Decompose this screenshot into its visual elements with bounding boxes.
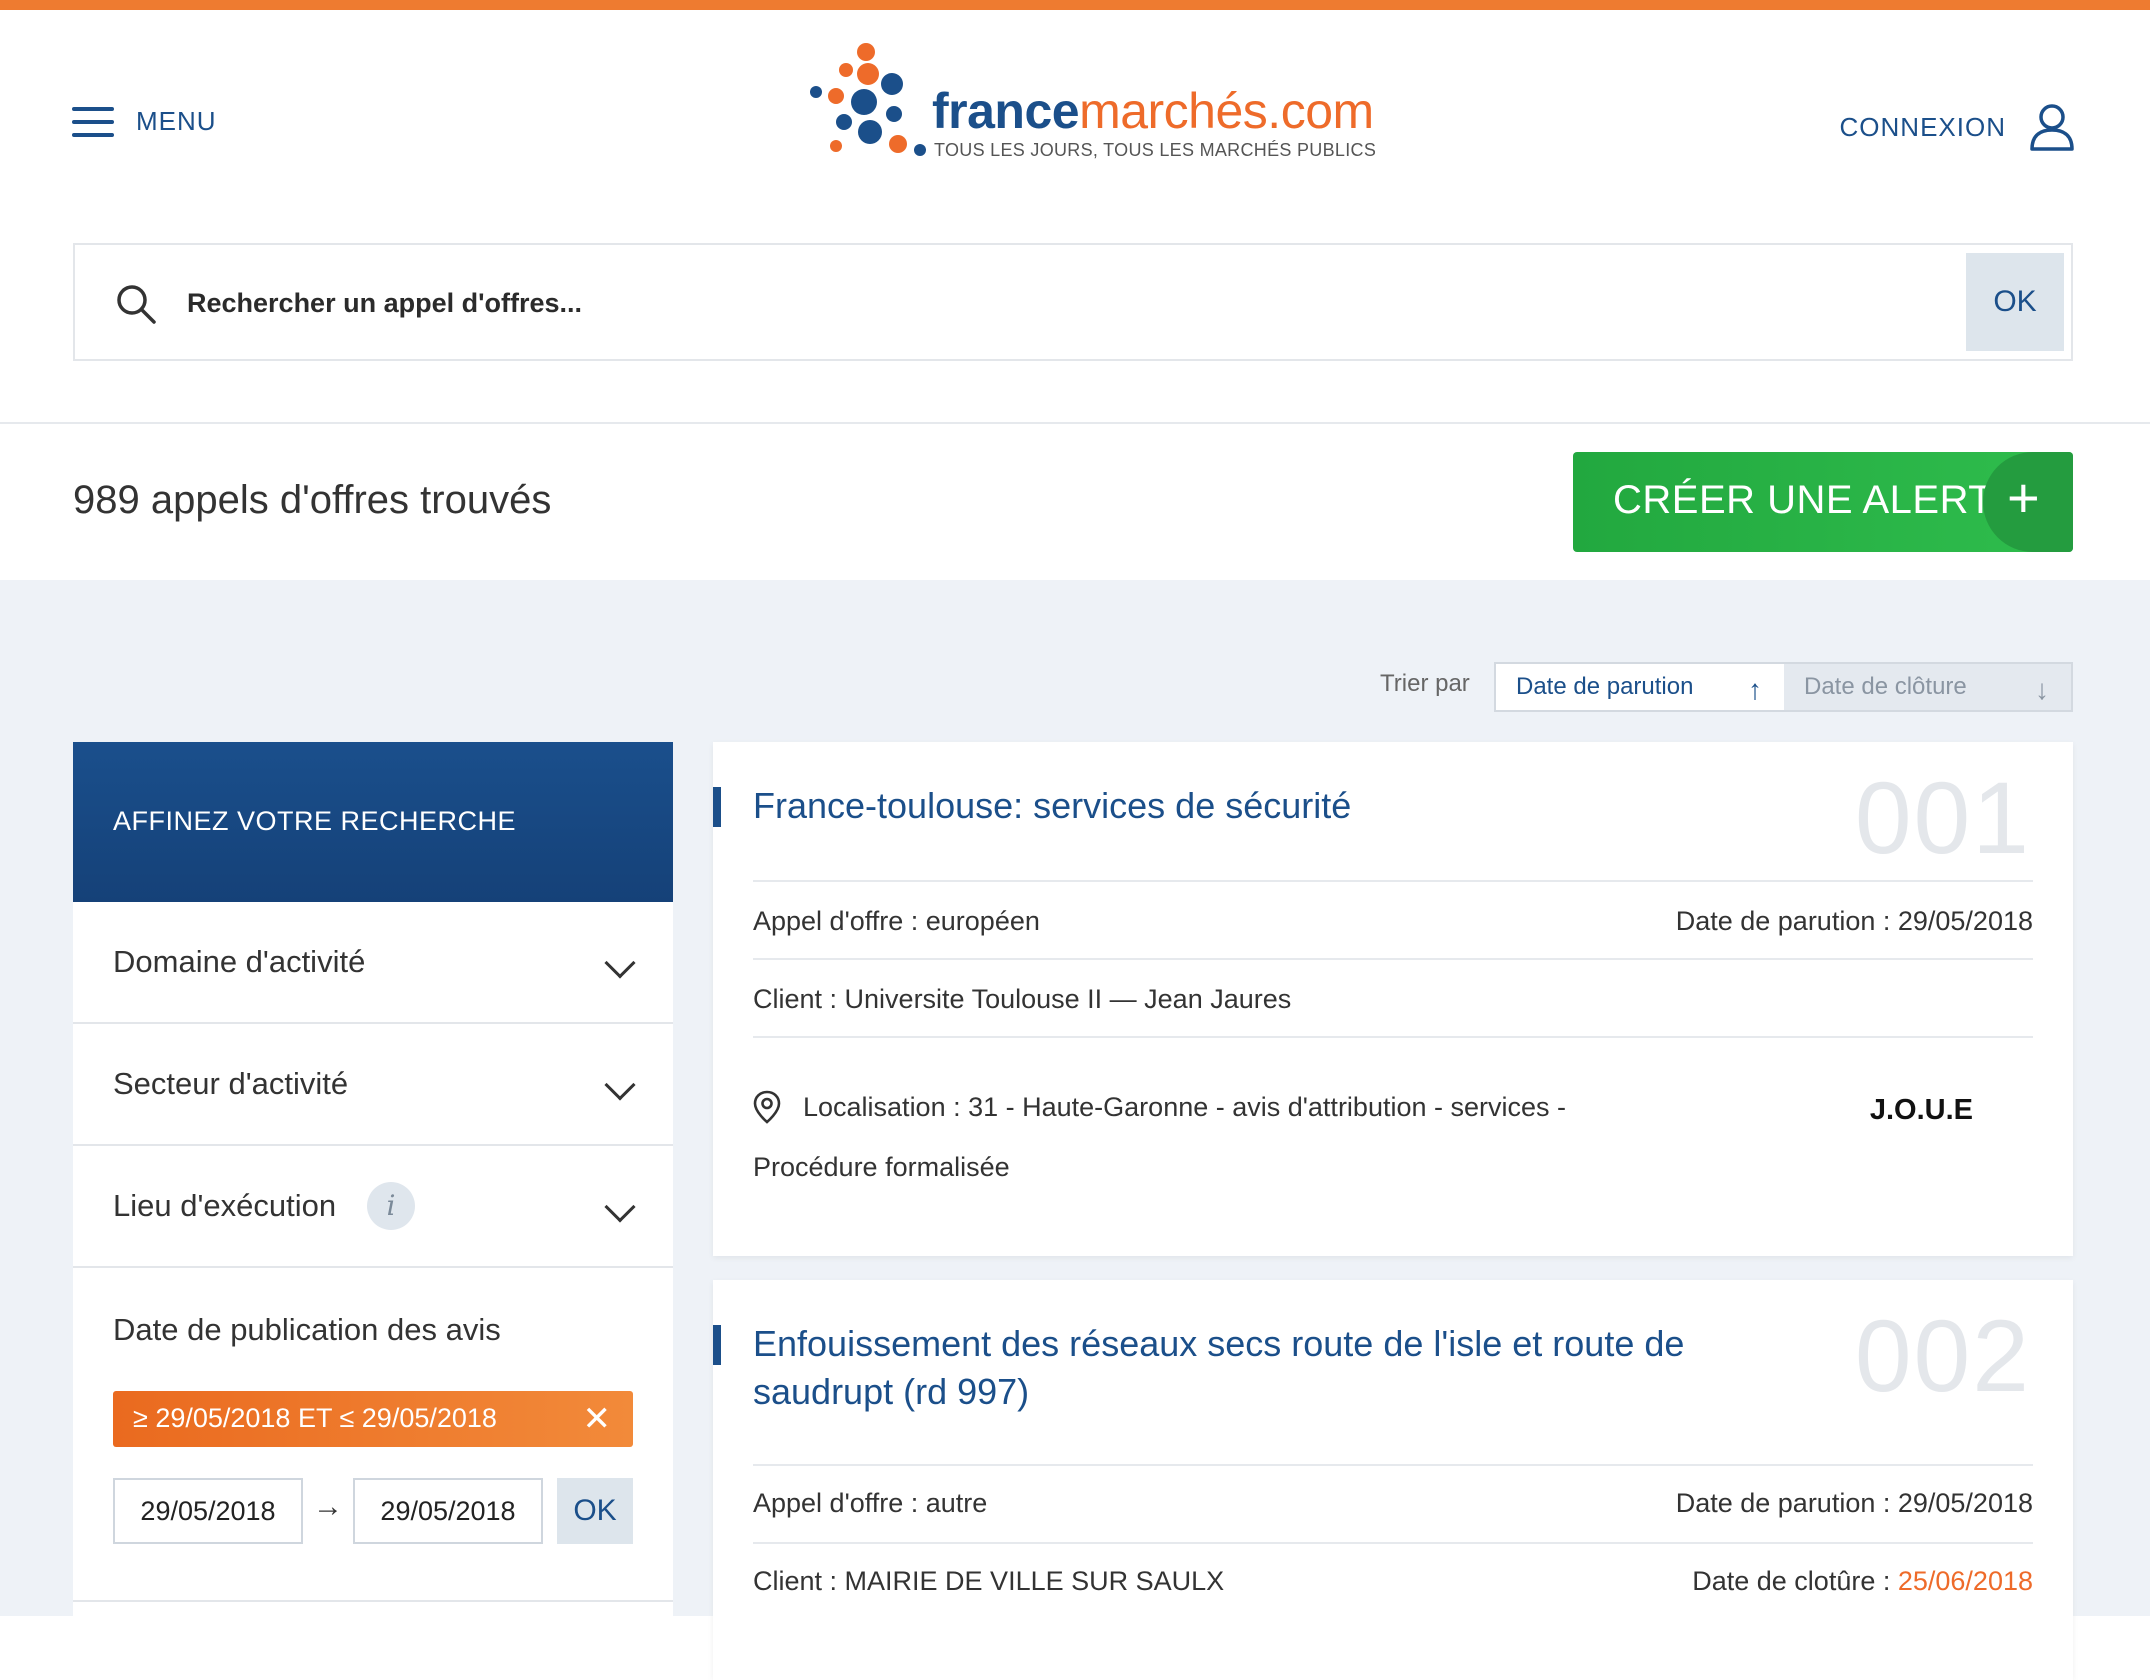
location-pin-icon xyxy=(753,1090,781,1124)
card-title[interactable]: Enfouissement des réseaux secs route de … xyxy=(753,1320,1793,1416)
card-title[interactable]: France-toulouse: services de sécurité xyxy=(753,782,1753,830)
info-icon[interactable]: i xyxy=(367,1182,415,1230)
top-accent-bar xyxy=(0,0,2150,10)
card-divider xyxy=(753,1542,2033,1544)
arrow-right-icon: → xyxy=(313,1490,343,1523)
sort-option-label: Date de clôture xyxy=(1804,673,1967,700)
search-bar: OK xyxy=(73,243,2073,361)
date-from-input[interactable] xyxy=(113,1478,303,1544)
card-client: Client : Universite Toulouse II — Jean J… xyxy=(753,984,1292,1014)
sort-label: Trier par xyxy=(1380,670,1470,697)
card-divider xyxy=(753,880,2033,882)
card-number: 002 xyxy=(1854,1299,2031,1413)
sort-option-publication-date[interactable]: Date de parution ↑ xyxy=(1496,664,1784,710)
logo-dots-icon xyxy=(810,43,926,156)
create-alert-label: CRÉER UNE ALERTE xyxy=(1613,478,2021,522)
site-logo[interactable]: francemarchés.com TOUS LES JOURS, TOUS L… xyxy=(808,40,1376,170)
active-date-chip[interactable]: ≥ 29/05/2018 ET ≤ 29/05/2018 ✕ xyxy=(113,1391,633,1447)
logo-tagline: TOUS LES JOURS, TOUS LES MARCHÉS PUBLICS xyxy=(934,140,1377,160)
date-chip-label: ≥ 29/05/2018 ET ≤ 29/05/2018 xyxy=(133,1403,497,1433)
menu-button[interactable]: MENU xyxy=(72,106,217,137)
sort-toggle: Date de parution ↑ Date de clôture ↓ xyxy=(1494,662,2073,712)
sort-option-label: Date de parution xyxy=(1516,673,1694,700)
filter-domaine-activite[interactable]: Domaine d'activité xyxy=(73,902,673,1024)
filter-date-publication: Date de publication des avis ≥ 29/05/201… xyxy=(73,1268,673,1602)
chevron-down-icon xyxy=(604,1191,636,1223)
login-button[interactable]: CONNEXION xyxy=(1840,102,2076,152)
user-icon xyxy=(2030,104,2074,151)
date-filter-ok-button[interactable]: OK xyxy=(557,1478,633,1544)
card-divider xyxy=(753,1464,2033,1466)
chevron-down-icon xyxy=(604,947,636,979)
site-header: MENU francemarchés.com TOUS LES JOURS, T… xyxy=(0,10,2150,230)
alert-plus-container: + xyxy=(1983,452,2073,552)
card-type: Appel d'offre : européen xyxy=(753,906,1040,936)
hamburger-icon xyxy=(72,106,114,137)
card-number: 001 xyxy=(1854,761,2031,875)
login-label: CONNEXION xyxy=(1839,111,2006,142)
chevron-down-icon xyxy=(604,1069,636,1101)
menu-label: MENU xyxy=(136,106,217,136)
filter-secteur-activite[interactable]: Secteur d'activité xyxy=(73,1024,673,1146)
closing-date-value: 25/06/2018 xyxy=(1897,1566,2033,1596)
card-source: J.O.U.E xyxy=(1869,1094,1973,1126)
sidebar-header: AFFINEZ VOTRE RECHERCHE xyxy=(73,742,673,902)
card-client: Client : MAIRIE DE VILLE SUR SAULX xyxy=(753,1566,1225,1596)
filter-label: Lieu d'exécution xyxy=(113,1188,337,1223)
filter-lieu-execution[interactable]: Lieu d'exécution i xyxy=(73,1146,673,1268)
filter-sidebar: AFFINEZ VOTRE RECHERCHE Domaine d'activi… xyxy=(73,742,673,1642)
card-divider xyxy=(753,958,2033,960)
plus-icon: + xyxy=(2007,466,2040,529)
filter-label: Secteur d'activité xyxy=(113,1066,349,1101)
card-closing-date: Date de clotûre : 25/06/2018 xyxy=(1692,1566,2033,1597)
sidebar-title: AFFINEZ VOTRE RECHERCHE xyxy=(113,806,517,836)
result-card[interactable]: Enfouissement des réseaux secs route de … xyxy=(713,1280,2073,1680)
search-submit-button[interactable]: OK xyxy=(1966,253,2064,351)
header-divider xyxy=(0,422,2150,424)
card-marker xyxy=(713,787,721,827)
filter-label: Domaine d'activité xyxy=(113,944,366,979)
arrow-up-icon: ↑ xyxy=(1748,674,1762,705)
date-filter-title: Date de publication des avis xyxy=(113,1312,501,1347)
arrow-down-icon: ↓ xyxy=(2035,674,2049,705)
logo-wordmark: francemarchés.com xyxy=(932,83,1374,139)
sort-option-closing-date[interactable]: Date de clôture ↓ xyxy=(1784,664,2071,710)
date-to-input[interactable] xyxy=(353,1478,543,1544)
card-procedure: Procédure formalisée xyxy=(753,1152,1010,1182)
card-publication-date: Date de parution : 29/05/2018 xyxy=(1675,1488,2033,1518)
search-input[interactable] xyxy=(187,273,1987,333)
closing-date-label: Date de clotûre : xyxy=(1692,1566,1898,1596)
card-type: Appel d'offre : autre xyxy=(753,1488,988,1518)
search-icon xyxy=(117,285,156,324)
card-location: Localisation : 31 - Haute-Garonne - avis… xyxy=(803,1092,1567,1122)
result-card[interactable]: France-toulouse: services de sécurité 00… xyxy=(713,742,2073,1256)
close-icon[interactable]: ✕ xyxy=(583,1399,612,1439)
card-marker xyxy=(713,1325,721,1365)
card-publication-date: Date de parution : 29/05/2018 xyxy=(1675,906,2033,936)
card-divider xyxy=(753,1036,2033,1038)
create-alert-button[interactable]: CRÉER UNE ALERTE + xyxy=(1573,452,2073,552)
results-count: 989 appels d'offres trouvés xyxy=(73,478,552,522)
